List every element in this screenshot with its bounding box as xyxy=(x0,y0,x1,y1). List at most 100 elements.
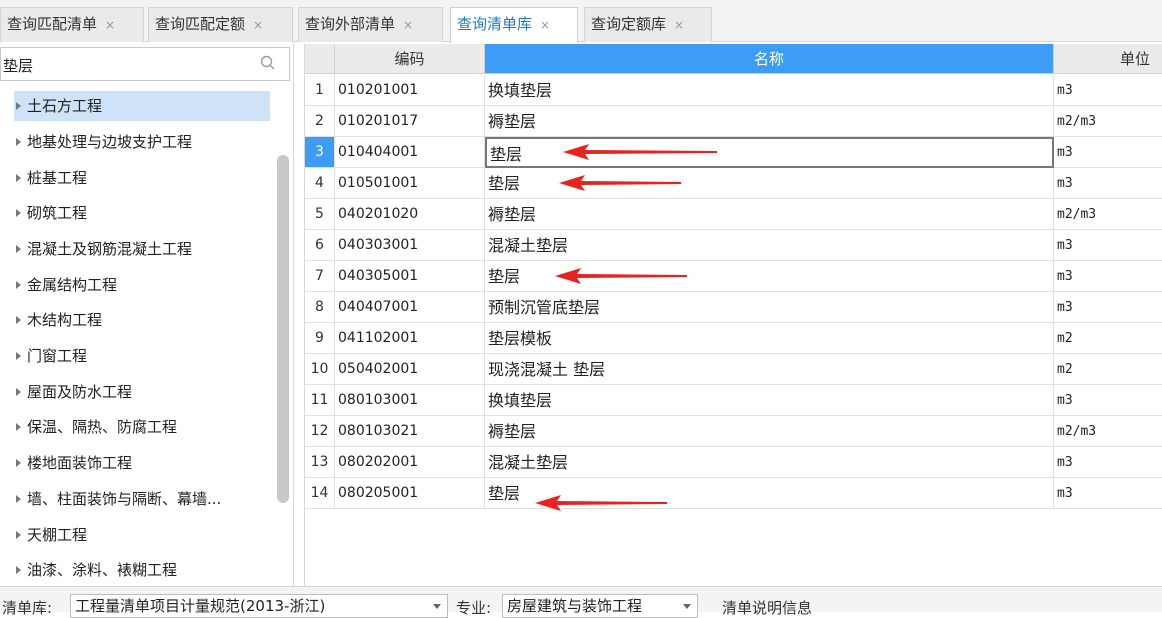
table-row[interactable]: 12 080103021 褥垫层 m2/m3 xyxy=(305,416,1162,447)
expand-arrow-icon[interactable] xyxy=(16,245,21,253)
code-cell[interactable]: 050402001 xyxy=(335,354,485,385)
tree-item[interactable]: 油漆、涂料、裱糊工程 xyxy=(16,555,177,585)
close-icon[interactable]: × xyxy=(105,18,115,32)
expand-arrow-icon[interactable] xyxy=(16,138,21,146)
unit-cell[interactable]: m3 xyxy=(1054,292,1162,323)
unit-cell[interactable]: m3 xyxy=(1054,230,1162,261)
unit-cell[interactable]: m2/m3 xyxy=(1054,106,1162,137)
unit-cell[interactable]: m3 xyxy=(1054,385,1162,416)
name-cell[interactable]: 褥垫层 xyxy=(485,416,1054,447)
search-icon[interactable] xyxy=(259,54,277,72)
unit-cell[interactable]: m2 xyxy=(1054,354,1162,385)
chevron-down-icon[interactable] xyxy=(683,604,691,609)
code-cell[interactable]: 080103021 xyxy=(335,416,485,447)
unit-cell[interactable]: m3 xyxy=(1054,261,1162,292)
tab-query-match-quota[interactable]: 查询匹配定额 × xyxy=(148,7,293,42)
tree-item[interactable]: 混凝土及钢筋混凝土工程 xyxy=(16,234,192,264)
unit-cell[interactable]: m3 xyxy=(1054,447,1162,478)
code-cell[interactable]: 040303001 xyxy=(335,230,485,261)
tree-item[interactable]: 木结构工程 xyxy=(16,305,102,335)
tree-item[interactable]: 屋面及防水工程 xyxy=(16,377,132,407)
code-cell[interactable]: 080205001 xyxy=(335,478,485,509)
tab-query-quota-library[interactable]: 查询定额库 × xyxy=(584,7,712,42)
name-cell[interactable]: 褥垫层 xyxy=(485,106,1054,137)
column-header-name[interactable]: 名称 xyxy=(485,44,1054,74)
search-input[interactable]: 垫层 xyxy=(3,55,33,76)
table-row[interactable]: 5 040201020 褥垫层 m2/m3 xyxy=(305,199,1162,230)
scrollbar-thumb[interactable] xyxy=(277,155,289,503)
code-cell[interactable]: 040201020 xyxy=(335,199,485,230)
table-row[interactable]: 7 040305001 垫层 m3 xyxy=(305,261,1162,292)
table-row[interactable]: 2 010201017 褥垫层 m2/m3 xyxy=(305,106,1162,137)
column-header-code[interactable]: 编码 xyxy=(335,44,485,74)
name-cell[interactable]: 现浇混凝土 垫层 xyxy=(485,354,1054,385)
name-cell[interactable]: 混凝土垫层 xyxy=(485,230,1054,261)
table-row[interactable]: 9 041102001 垫层模板 m2 xyxy=(305,323,1162,354)
tab-query-match-list[interactable]: 查询匹配清单 × xyxy=(0,7,144,42)
name-cell[interactable]: 褥垫层 xyxy=(485,199,1054,230)
expand-arrow-icon[interactable] xyxy=(16,495,21,503)
table-row[interactable]: 6 040303001 混凝土垫层 m3 xyxy=(305,230,1162,261)
unit-cell[interactable]: m2/m3 xyxy=(1054,416,1162,447)
name-cell[interactable]: 换填垫层 xyxy=(485,385,1054,416)
expand-arrow-icon[interactable] xyxy=(16,102,21,110)
tree-item[interactable]: 保温、隔热、防腐工程 xyxy=(16,412,177,442)
table-row[interactable]: 8 040407001 预制沉管底垫层 m3 xyxy=(305,292,1162,323)
close-icon[interactable]: × xyxy=(674,18,684,32)
code-cell[interactable]: 080202001 xyxy=(335,447,485,478)
table-row-selected[interactable]: 3 010404001 垫层 m3 xyxy=(305,137,1162,168)
code-cell[interactable]: 041102001 xyxy=(335,323,485,354)
close-icon[interactable]: × xyxy=(540,18,550,32)
expand-arrow-icon[interactable] xyxy=(16,566,21,574)
tree-item[interactable]: 土石方工程 xyxy=(14,91,270,121)
expand-arrow-icon[interactable] xyxy=(16,459,21,467)
table-row[interactable]: 11 080103001 换填垫层 m3 xyxy=(305,385,1162,416)
tree-item[interactable]: 桩基工程 xyxy=(16,163,87,193)
major-select[interactable]: 房屋建筑与装饰工程 xyxy=(502,594,698,618)
expand-arrow-icon[interactable] xyxy=(16,388,21,396)
table-row[interactable]: 1 010201001 换填垫层 m3 xyxy=(305,75,1162,106)
tree-item[interactable]: 砌筑工程 xyxy=(16,198,87,228)
tree-item[interactable]: 楼地面装饰工程 xyxy=(16,448,132,478)
unit-cell[interactable]: m3 xyxy=(1054,137,1162,168)
chevron-down-icon[interactable] xyxy=(433,604,441,609)
code-cell[interactable]: 010501001 xyxy=(335,168,485,199)
expand-arrow-icon[interactable] xyxy=(16,281,21,289)
expand-arrow-icon[interactable] xyxy=(16,209,21,217)
code-cell[interactable]: 010201001 xyxy=(335,75,485,106)
unit-cell[interactable]: m2/m3 xyxy=(1054,199,1162,230)
unit-cell[interactable]: m3 xyxy=(1054,168,1162,199)
tree-item[interactable]: 天棚工程 xyxy=(16,520,87,550)
table-row[interactable]: 14 080205001 垫层 m3 xyxy=(305,478,1162,509)
tree-item[interactable]: 墙、柱面装饰与隔断、幕墙... xyxy=(16,484,221,514)
code-cell[interactable]: 080103001 xyxy=(335,385,485,416)
name-cell[interactable]: 预制沉管底垫层 xyxy=(485,292,1054,323)
name-cell[interactable]: 垫层模板 xyxy=(485,323,1054,354)
unit-cell[interactable]: m2 xyxy=(1054,323,1162,354)
tree-item[interactable]: 金属结构工程 xyxy=(16,270,117,300)
tab-query-list-library[interactable]: 查询清单库 × xyxy=(450,7,578,43)
table-row[interactable]: 10 050402001 现浇混凝土 垫层 m2 xyxy=(305,354,1162,385)
table-row[interactable]: 13 080202001 混凝土垫层 m3 xyxy=(305,447,1162,478)
code-cell[interactable]: 040305001 xyxy=(335,261,485,292)
tab-query-external-list[interactable]: 查询外部清单 × xyxy=(298,7,443,42)
code-cell[interactable]: 040407001 xyxy=(335,292,485,323)
column-header-unit[interactable]: 单位 xyxy=(1054,44,1162,74)
expand-arrow-icon[interactable] xyxy=(16,352,21,360)
tree-item[interactable]: 门窗工程 xyxy=(16,341,87,371)
list-info-link[interactable]: 清单说明信息 xyxy=(722,597,812,618)
unit-cell[interactable]: m3 xyxy=(1054,75,1162,106)
close-icon[interactable]: × xyxy=(253,18,263,32)
unit-cell[interactable]: m3 xyxy=(1054,478,1162,509)
code-cell[interactable]: 010201017 xyxy=(335,106,485,137)
code-cell[interactable]: 010404001 xyxy=(335,137,485,168)
tree-item[interactable]: 地基处理与边坡支护工程 xyxy=(16,127,192,157)
expand-arrow-icon[interactable] xyxy=(16,531,21,539)
name-cell[interactable]: 换填垫层 xyxy=(485,75,1054,106)
expand-arrow-icon[interactable] xyxy=(16,316,21,324)
search-box[interactable]: 垫层 xyxy=(0,47,290,81)
expand-arrow-icon[interactable] xyxy=(16,174,21,182)
library-select[interactable]: 工程量清单项目计量规范(2013-浙江) xyxy=(70,594,448,618)
name-cell[interactable]: 混凝土垫层 xyxy=(485,447,1054,478)
table-row[interactable]: 4 010501001 垫层 m3 xyxy=(305,168,1162,199)
